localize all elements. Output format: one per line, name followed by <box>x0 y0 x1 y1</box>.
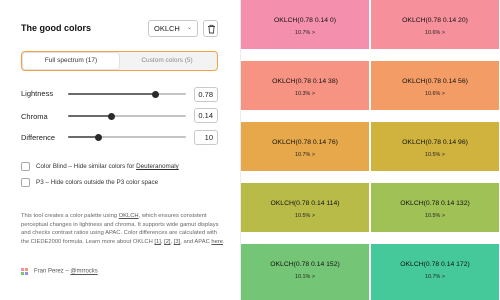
color-blind-checkbox[interactable] <box>21 162 30 171</box>
slider-fill <box>68 136 99 138</box>
swatch-contrast: 10.3% > <box>295 91 315 97</box>
color-swatch[interactable]: OKLCH(0.78 0.14 20) 10.6% > <box>371 0 499 49</box>
swatch-name: OKLCH(0.78 0.14 96) <box>402 139 468 146</box>
lightness-input[interactable]: 0.78 <box>194 87 218 102</box>
palette-logo-icon <box>21 268 28 275</box>
p3-checkbox[interactable] <box>21 178 30 187</box>
swatch-name: OKLCH(0.78 0.14 132) <box>400 200 470 207</box>
mode-tabs: Full spectrum (17) Custom colors (5) <box>21 51 218 71</box>
color-swatch[interactable]: OKLCH(0.78 0.14 172) 10.7% > <box>371 244 499 300</box>
oklch-link[interactable]: OKLCH <box>119 213 139 219</box>
swatch-name: OKLCH(0.78 0.14 172) <box>400 261 470 268</box>
swatch-name: OKLCH(0.78 0.14 56) <box>402 78 468 85</box>
p3-option[interactable]: P3 – Hide colors outside the P3 color sp… <box>21 178 158 187</box>
tab-custom-colors[interactable]: Custom colors (5) <box>119 53 215 69</box>
author-handle-link[interactable]: @mrrocks <box>70 269 97 275</box>
swatch-contrast: 10.5% > <box>295 213 315 219</box>
slider-fill <box>68 115 112 117</box>
author-credit: Fran Perez – @mrrocks <box>21 268 98 275</box>
swatch-contrast: 10.7% > <box>295 30 315 36</box>
slider-thumb[interactable] <box>95 133 103 141</box>
slider-thumb[interactable] <box>108 112 116 120</box>
apac-link[interactable]: here <box>211 239 223 245</box>
slider-fill <box>68 93 156 95</box>
color-swatch[interactable]: OKLCH(0.78 0.14 0) 10.7% > <box>241 0 369 49</box>
author-name: Fran Perez – <box>34 268 71 275</box>
swatch-name: OKLCH(0.78 0.14 0) <box>274 17 336 24</box>
swatch-contrast: 10.5% > <box>425 213 445 219</box>
p3-text: P3 – Hide colors outside the P3 color sp… <box>36 179 159 186</box>
swatch-name: OKLCH(0.78 0.14 20) <box>402 17 468 24</box>
swatch-name: OKLCH(0.78 0.14 114) <box>270 200 340 207</box>
swatch-name: OKLCH(0.78 0.14 152) <box>270 261 340 268</box>
description-text: This tool creates a color palette using <box>21 213 119 219</box>
color-swatch[interactable]: OKLCH(0.78 0.14 114) 10.5% > <box>241 183 369 232</box>
swatch-contrast: 10.7% > <box>295 152 315 158</box>
color-swatch[interactable]: OKLCH(0.78 0.14 38) 10.3% > <box>241 61 369 110</box>
lightness-slider[interactable] <box>68 89 186 99</box>
swatch-name: OKLCH(0.78 0.14 38) <box>272 78 338 85</box>
chroma-input[interactable]: 0.14 <box>194 108 218 123</box>
color-grid: OKLCH(0.78 0.14 0) 10.7% > OKLCH(0.78 0.… <box>241 0 500 300</box>
swatch-contrast: 10.6% > <box>425 30 445 36</box>
color-blind-option[interactable]: Color Blind – Hide similar colors for De… <box>21 162 179 171</box>
color-swatch[interactable]: OKLCH(0.78 0.14 132) 10.5% > <box>371 183 499 232</box>
deuteranomaly-link[interactable]: Deuteranomaly <box>136 163 179 170</box>
swatch-name: OKLCH(0.78 0.14 76) <box>272 139 338 146</box>
slider-thumb[interactable] <box>152 90 160 98</box>
description-text: , and APAC <box>180 239 212 246</box>
color-format-select[interactable]: OKLCH ⌄ <box>148 20 198 37</box>
swatch-contrast: 10.1% > <box>295 274 315 280</box>
swatch-contrast: 10.6% > <box>425 91 445 97</box>
color-format-value: OKLCH <box>154 24 180 33</box>
color-swatch[interactable]: OKLCH(0.78 0.14 96) 10.5% > <box>371 122 499 171</box>
page-title: The good colors <box>21 23 92 33</box>
color-blind-text: Color Blind – Hide similar colors for <box>36 163 137 170</box>
swatch-contrast: 10.7% > <box>425 274 445 280</box>
chevron-down-icon: ⌄ <box>186 25 192 31</box>
lightness-label: Lightness <box>21 89 54 98</box>
tab-full-spectrum[interactable]: Full spectrum (17) <box>23 53 119 69</box>
description: This tool creates a color palette using … <box>21 212 226 247</box>
swatch-contrast: 10.5% > <box>425 152 445 158</box>
description-text: . <box>223 239 225 246</box>
difference-label: Difference <box>21 133 56 142</box>
control-panel: The good colors OKLCH ⌄ Full spectrum (1… <box>0 0 241 300</box>
clear-button[interactable] <box>203 20 218 37</box>
chroma-label: Chroma <box>21 112 48 121</box>
color-swatch[interactable]: OKLCH(0.78 0.14 76) 10.7% > <box>241 122 369 171</box>
color-swatch[interactable]: OKLCH(0.78 0.14 56) 10.6% > <box>371 61 499 110</box>
difference-slider[interactable] <box>68 132 186 142</box>
chroma-slider[interactable] <box>68 111 186 121</box>
difference-input[interactable]: 10 <box>194 130 218 145</box>
trash-icon <box>208 24 215 34</box>
color-swatch[interactable]: OKLCH(0.78 0.14 152) 10.1% > <box>241 244 369 300</box>
